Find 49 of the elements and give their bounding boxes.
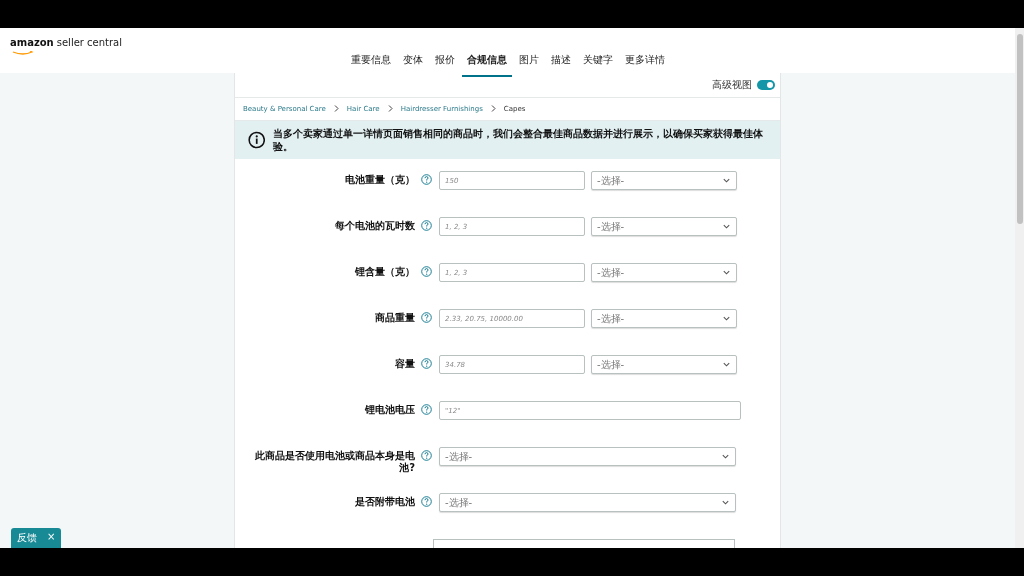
help-icon[interactable] bbox=[421, 404, 432, 416]
dropdown[interactable]: -选择- bbox=[439, 493, 736, 513]
field-label: 此商品是否使用电池或商品本身是电池? bbox=[254, 449, 415, 475]
field-label: 电池重量（克） bbox=[344, 173, 415, 187]
chevron-down-icon bbox=[722, 222, 731, 232]
nav-tab[interactable]: 描述 bbox=[546, 48, 576, 77]
help-icon[interactable] bbox=[421, 220, 432, 232]
logo-product: seller central bbox=[56, 37, 123, 48]
notice-text: 当多个卖家通过单一详情页面销售相同的商品时，我们会整合最佳商品数据并进行展示，以确保买家获得最佳体验。 bbox=[273, 127, 765, 153]
nav-tab[interactable]: 图片 bbox=[514, 48, 544, 77]
nav-tab[interactable]: 变体 bbox=[398, 48, 428, 77]
help-icon[interactable] bbox=[421, 496, 432, 508]
toggle-label: 高级视图 bbox=[712, 77, 752, 92]
nav-tab[interactable]: 更多详情 bbox=[620, 48, 670, 77]
nav-tab[interactable]: 关键字 bbox=[578, 48, 618, 77]
field-label: 是否附带电池 bbox=[354, 495, 415, 509]
chevron-down-icon bbox=[721, 452, 730, 462]
feedback-button[interactable]: 反馈 × bbox=[11, 528, 62, 548]
field-label: 每个电池的瓦时数 bbox=[334, 219, 415, 233]
dropdown[interactable]: -选择- bbox=[439, 447, 736, 467]
nav-tab[interactable]: 重要信息 bbox=[346, 48, 396, 77]
dropdown[interactable]: -选择- bbox=[591, 217, 737, 237]
chevron-down-icon bbox=[722, 268, 731, 278]
scrollbar[interactable] bbox=[1015, 28, 1024, 548]
field-label: 锂电池电压 bbox=[364, 403, 415, 417]
help-icon[interactable] bbox=[421, 358, 432, 370]
chevron-down-icon bbox=[722, 360, 731, 370]
chevron-right-icon bbox=[333, 105, 339, 113]
field-label: 容量 bbox=[394, 357, 415, 371]
info-icon bbox=[248, 131, 266, 149]
nav-tab[interactable]: 报价 bbox=[430, 48, 460, 77]
chevron-down-icon bbox=[722, 176, 731, 186]
logo-brand: amazon bbox=[10, 37, 54, 48]
toggle-switch[interactable] bbox=[757, 79, 775, 90]
field-label: 商品重量 bbox=[374, 311, 415, 325]
dropdown[interactable]: -选择- bbox=[591, 355, 737, 375]
field-label: 锂含量（克） bbox=[354, 265, 415, 279]
help-icon[interactable] bbox=[421, 450, 432, 462]
dropdown[interactable]: -选择- bbox=[591, 309, 737, 329]
chevron-right-icon bbox=[490, 105, 496, 113]
close-icon[interactable]: × bbox=[47, 531, 56, 545]
help-icon[interactable] bbox=[421, 266, 432, 278]
chevron-down-icon bbox=[721, 498, 730, 508]
help-icon[interactable] bbox=[421, 174, 432, 186]
chevron-down-icon bbox=[722, 314, 731, 324]
help-icon[interactable] bbox=[421, 312, 432, 324]
dropdown[interactable]: -选择- bbox=[591, 171, 737, 191]
chevron-right-icon bbox=[387, 105, 393, 113]
dropdown[interactable]: -选择- bbox=[591, 263, 737, 283]
